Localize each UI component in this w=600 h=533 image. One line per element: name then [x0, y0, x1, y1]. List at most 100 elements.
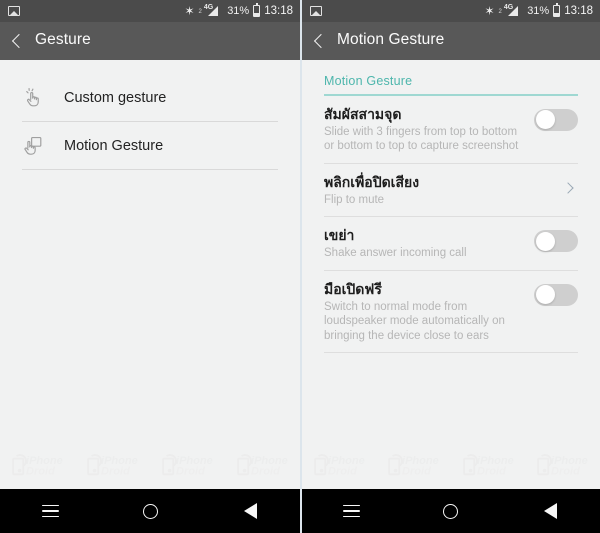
setting-row-shake-answer[interactable]: เขย่า Shake answer incoming call — [302, 217, 600, 270]
toggle-switch[interactable] — [534, 108, 578, 131]
dual-screenshot-container: ✶ 2 4G 31% 13:18 Gesture Custom gesture … — [0, 0, 600, 533]
watermark-text: iPhone Droid — [551, 455, 588, 477]
toggle-switch[interactable] — [534, 230, 578, 252]
watermark-left: iPhone Droid iPhone Droid iPhone Droid i… — [0, 449, 300, 483]
watermark-line2: Droid — [327, 464, 357, 478]
watermark-right: iPhone Droid iPhone Droid iPhone Droid i… — [302, 449, 600, 483]
recents-menu-icon[interactable] — [27, 494, 73, 528]
list-item-label: Motion Gesture — [64, 137, 164, 154]
watermark-line2: Droid — [25, 464, 55, 478]
chevron-right-icon[interactable] — [562, 181, 574, 194]
home-circle-icon[interactable] — [428, 494, 474, 528]
page-title: Gesture — [35, 31, 91, 48]
list-divider — [22, 169, 278, 170]
phone-signal-icon — [537, 452, 554, 475]
watermark-unit: iPhone Droid — [388, 452, 439, 477]
status-bar-right-icons: ✶ 2 4G 31% 13:18 — [184, 3, 293, 18]
phone-signal-icon — [313, 452, 330, 475]
setting-control[interactable] — [534, 280, 578, 310]
toggle-switch[interactable] — [534, 283, 578, 306]
watermark-line1: iPhone — [250, 454, 288, 467]
setting-description: Slide with 3 fingers from top to bottom … — [324, 125, 519, 153]
setting-texts: เขย่า Shake answer incoming call — [324, 226, 526, 261]
watermark-unit: iPhone Droid — [12, 452, 63, 477]
setting-description: Flip to mute — [324, 193, 385, 206]
phone-signal-icon — [162, 452, 178, 475]
motion-gesture-icon — [22, 135, 44, 157]
right-phone-screenshot: ✶ 2 4G 31% 13:18 Motion Gesture Motion G… — [300, 0, 600, 533]
clock-label: 13:18 — [264, 5, 293, 17]
watermark-text: iPhone Droid — [26, 455, 63, 477]
watermark-line1: iPhone — [100, 454, 138, 467]
phone-signal-icon — [388, 452, 405, 475]
watermark-unit: iPhone Droid — [162, 452, 213, 477]
setting-control[interactable] — [534, 226, 578, 256]
back-chevron-icon[interactable] — [11, 33, 27, 48]
status-bar-left-icons — [8, 6, 184, 16]
watermark-line1: iPhone — [551, 454, 589, 467]
watermark-line2: Droid — [476, 464, 506, 478]
watermark-line2: Droid — [402, 464, 432, 478]
signal-icon: 2 4G — [199, 4, 224, 16]
watermark-line2: Droid — [250, 464, 280, 478]
signal-bars-icon — [508, 6, 519, 16]
setting-title: เขย่า — [324, 227, 355, 243]
setting-divider — [324, 352, 578, 353]
list-item-custom-gesture[interactable]: Custom gesture — [0, 74, 300, 121]
setting-title: สัมผัสสามจุด — [324, 105, 402, 122]
watermark-text: iPhone Droid — [402, 455, 439, 477]
setting-description: Shake answer incoming call — [324, 247, 467, 259]
home-circle-icon[interactable] — [127, 494, 173, 528]
back-chevron-icon[interactable] — [313, 33, 329, 48]
navigation-bar-left — [0, 489, 300, 533]
setting-row-handsfree[interactable]: มือเปิดฟรี Switch to normal mode from lo… — [302, 271, 600, 353]
gesture-list: Custom gesture Motion Gesture — [0, 60, 300, 170]
signal-icon: 2 4G — [499, 4, 524, 16]
watermark-line1: iPhone — [25, 454, 63, 467]
setting-control[interactable] — [534, 105, 578, 135]
watermark-line2: Droid — [100, 464, 130, 478]
watermark-line1: iPhone — [327, 454, 365, 467]
watermark-line1: iPhone — [476, 454, 514, 467]
setting-row-flip-to-mute[interactable]: พลิกเพื่อปิดเสียง Flip to mute — [302, 164, 600, 217]
list-item-label: Custom gesture — [64, 89, 167, 106]
list-item-motion-gesture[interactable]: Motion Gesture — [0, 122, 300, 169]
watermark-line2: Droid — [551, 464, 581, 478]
watermark-text: iPhone Droid — [477, 455, 514, 477]
right-content: Motion Gesture สัมผัสสามจุด Slide with 3… — [302, 60, 600, 489]
watermark-unit: iPhone Droid — [237, 452, 288, 478]
status-bar-left: ✶ 2 4G 31% 13:18 — [0, 0, 300, 22]
app-bar-left: Gesture — [0, 22, 300, 60]
phone-signal-icon — [87, 452, 103, 475]
setting-texts: พลิกเพื่อปิดเสียง Flip to mute — [324, 173, 556, 208]
status-bar-right: ✶ 2 4G 31% 13:18 — [302, 0, 600, 22]
bluetooth-icon: ✶ — [184, 4, 195, 18]
back-triangle-icon[interactable] — [227, 494, 273, 528]
battery-icon — [253, 3, 261, 17]
watermark-text: iPhone Droid — [176, 455, 213, 477]
image-icon — [310, 6, 322, 16]
watermark-text: iPhone Droid — [328, 455, 365, 477]
setting-texts: มือเปิดฟรี Switch to normal mode from lo… — [324, 280, 526, 344]
watermark-unit: iPhone Droid — [462, 452, 514, 477]
setting-row-three-finger-touch[interactable]: สัมผัสสามจุด Slide with 3 fingers from t… — [302, 96, 600, 163]
custom-gesture-icon — [22, 87, 44, 109]
watermark-line1: iPhone — [175, 454, 213, 467]
navigation-bar-right — [302, 489, 600, 533]
app-bar-right: Motion Gesture — [302, 22, 600, 60]
recents-menu-icon[interactable] — [329, 494, 375, 528]
clock-label: 13:18 — [564, 5, 593, 17]
signal-bars-icon — [208, 6, 219, 16]
setting-texts: สัมผัสสามจุด Slide with 3 fingers from t… — [324, 105, 526, 154]
status-bar-right-icons: ✶ 2 4G 31% 13:18 — [484, 3, 593, 18]
bluetooth-icon: ✶ — [484, 4, 495, 18]
status-bar-left-icons — [310, 6, 484, 16]
back-triangle-icon[interactable] — [527, 494, 573, 528]
setting-control[interactable] — [562, 173, 578, 203]
image-icon — [8, 6, 20, 16]
left-phone-screenshot: ✶ 2 4G 31% 13:18 Gesture Custom gesture … — [0, 0, 300, 533]
left-content: Custom gesture Motion Gesture iPhone Dro… — [0, 60, 300, 489]
phone-signal-icon — [237, 452, 253, 475]
watermark-line2: Droid — [175, 464, 205, 478]
battery-percent-label: 31% — [227, 5, 250, 17]
